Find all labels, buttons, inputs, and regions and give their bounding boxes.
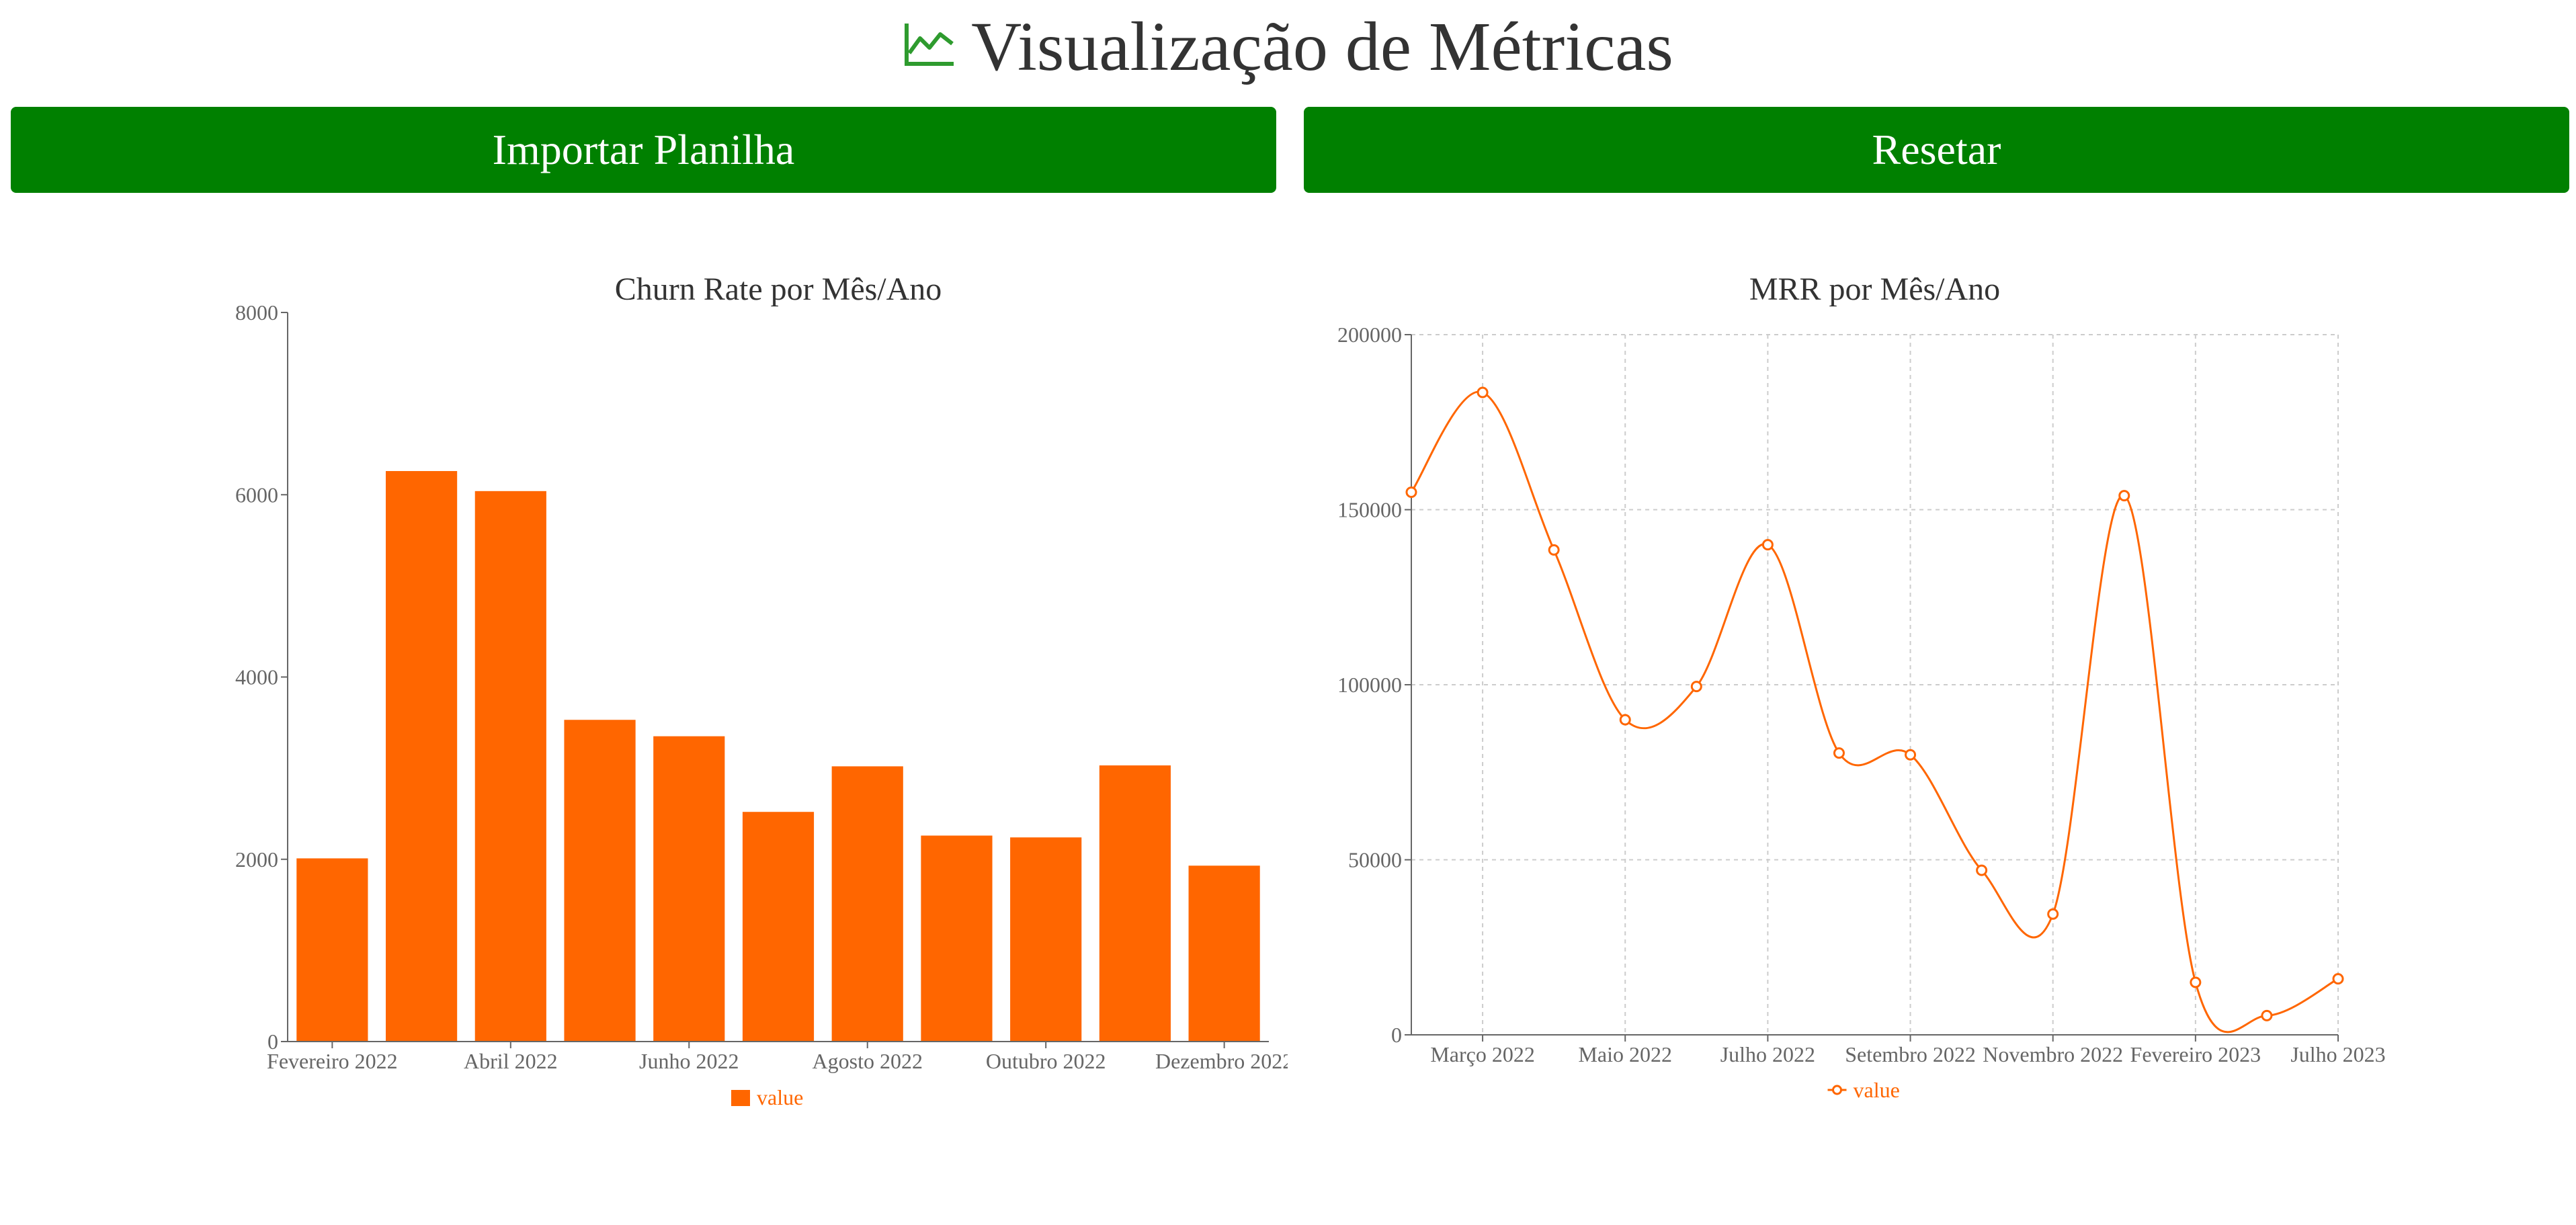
bar [742,812,815,1042]
bar [653,736,725,1042]
bar [1099,765,1171,1042]
data-point [1477,386,1489,398]
page-title: Visualização de Métricas [971,8,1673,85]
x-tick-label: Novembro 2022 [1983,1042,2123,1066]
y-tick-label: 2000 [235,847,278,872]
x-tick-label: Agosto 2022 [813,1049,923,1073]
data-point [1690,681,1702,693]
reset-button[interactable]: Resetar [1304,107,2569,193]
x-tick-label: Fevereiro 2023 [2130,1042,2261,1066]
x-tick-label: Julho 2022 [1720,1042,1815,1066]
data-point [1761,539,1774,551]
y-tick-label: 150000 [1337,498,1402,522]
x-tick-label: Junho 2022 [639,1049,739,1073]
data-point [1905,749,1917,761]
x-tick-label: Maio 2022 [1578,1042,1672,1066]
legend-label: value [1854,1078,1900,1102]
data-point [2332,973,2344,985]
mrr-chart: MRR por Mês/Ano 0 50000 100000 150000 200000 M… [1337,271,2386,1102]
data-point [2047,908,2059,920]
y-tick-label: 6000 [235,482,278,507]
y-tick-label: 0 [1391,1023,1402,1047]
y-tick-label: 100000 [1337,673,1402,697]
legend-marker [1832,1085,1842,1095]
x-tick-label: Julho 2023 [2290,1042,2385,1066]
data-point [1548,544,1560,556]
import-spreadsheet-button[interactable]: Importar Planilha [11,107,1276,193]
data-point [2190,976,2202,988]
x-tick-label: Outubro 2022 [986,1049,1106,1073]
bar [386,470,458,1042]
y-tick-label: 50000 [1348,848,1402,872]
y-tick-label: 200000 [1337,323,1402,347]
bar [831,766,903,1042]
x-tick-label: Abril 2022 [464,1049,558,1073]
churn-rate-chart: Churn Rate por Mês/Ano02000400060008000F… [235,271,1288,1109]
page-header: Visualização de Métricas [0,0,2576,94]
chart-title: Churn Rate por Mês/Ano [615,271,942,307]
y-tick-label: 4000 [235,665,278,689]
x-tick-label: Fevereiro 2022 [267,1049,398,1073]
bar [474,491,546,1042]
data-point [1405,486,1417,498]
data-point [1976,864,1988,876]
data-point [1833,747,1845,759]
data-point [2261,1009,2273,1021]
x-tick-label: Setembro 2022 [1845,1042,1976,1066]
data-point [1619,714,1631,726]
bar [564,720,636,1042]
data-point [2118,490,2130,502]
bar [1188,865,1260,1042]
y-tick-label: 8000 [235,300,278,325]
bar [1010,837,1082,1042]
legend-swatch [731,1090,750,1106]
x-tick-label: Dezembro 2022 [1155,1049,1288,1073]
chart-title: MRR por Mês/Ano [1749,271,2000,307]
line-chart-icon [905,24,954,66]
legend-label: value [757,1085,803,1109]
x-tick-label: Março 2022 [1430,1042,1535,1066]
series-line [1410,390,2339,1033]
bar [296,858,368,1042]
bar [921,835,993,1042]
